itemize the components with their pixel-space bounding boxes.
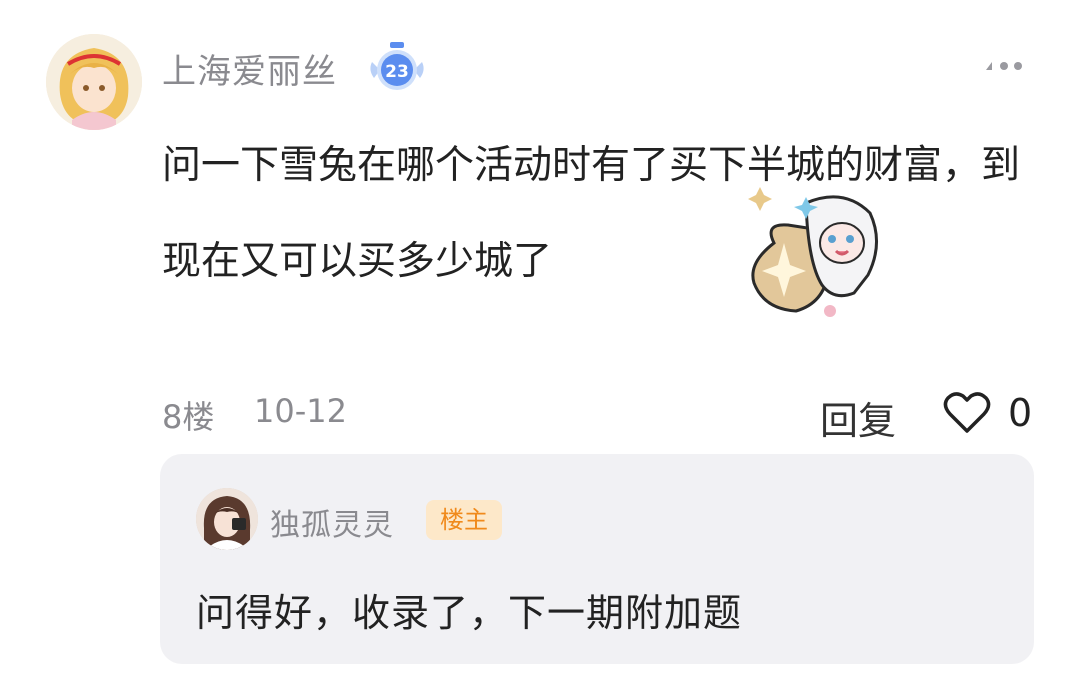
comment-username[interactable]: 上海爱丽丝 [162,44,337,93]
reply-text: 问得好，收录了，下一期附加题 [196,591,743,635]
user-avatar[interactable] [46,34,142,130]
reply-username[interactable]: 独孤灵灵 [270,500,394,544]
reply-avatar[interactable] [196,488,258,550]
reply-button[interactable]: 回复 [820,390,896,445]
sticker-image [744,183,886,325]
level-number: 23 [385,62,409,82]
like-button[interactable]: 0 [942,389,1042,439]
reply-container[interactable]: 独孤灵灵 楼主 问得好，收录了，下一期附加题 [160,454,1034,664]
floor-number: 8楼 [162,398,215,436]
more-options-icon[interactable] [980,52,1028,80]
comment-date: 10-12 [254,392,347,430]
heart-icon [943,392,991,433]
host-badge: 楼主 [426,500,502,540]
level-badge-icon: 23 [366,40,428,94]
comment-text: 问一下雪兔在哪个活动时有了买下半城的财富，到现在又可以买多少城了 [162,143,1021,284]
like-count: 0 [1008,391,1033,435]
